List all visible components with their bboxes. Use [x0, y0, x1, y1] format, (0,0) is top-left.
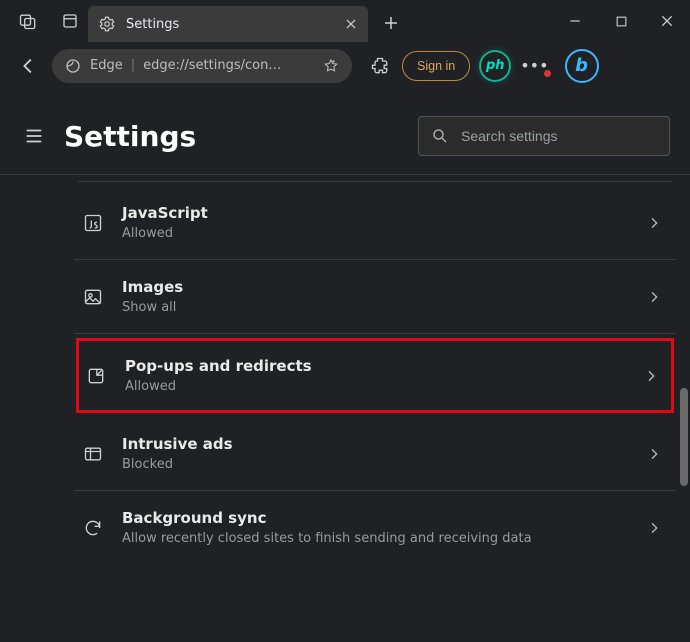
address-separator: |: [131, 58, 135, 73]
menu-button[interactable]: [22, 124, 46, 148]
setting-subtitle: Allow recently closed sites to finish se…: [122, 531, 628, 546]
favorite-icon[interactable]: [322, 57, 340, 75]
settings-content: JavaScript Allowed Images Show all Pop-u…: [0, 175, 690, 564]
image-icon: [82, 286, 104, 308]
chevron-right-icon: [646, 215, 662, 231]
tab-actions-icon[interactable]: [60, 11, 80, 31]
new-tab-button[interactable]: [374, 6, 408, 40]
chevron-right-icon: [646, 446, 662, 462]
sign-in-button[interactable]: Sign in: [402, 51, 470, 81]
divider: [78, 181, 672, 182]
setting-subtitle: Allowed: [122, 226, 628, 241]
window-titlebar: Settings: [0, 0, 690, 42]
sign-in-label: Sign in: [417, 59, 455, 73]
search-settings-box[interactable]: [418, 116, 670, 156]
ads-icon: [82, 443, 104, 465]
chevron-right-icon: [643, 368, 659, 384]
settings-header: Settings: [0, 90, 690, 175]
window-maximize-button[interactable]: [598, 1, 644, 41]
workspaces-icon[interactable]: [18, 11, 38, 31]
extensions-icon[interactable]: [368, 54, 392, 78]
window-close-button[interactable]: [644, 1, 690, 41]
setting-row-background-sync[interactable]: Background sync Allow recently closed si…: [74, 491, 676, 564]
bing-chat-button[interactable]: b: [565, 49, 599, 83]
setting-row-images[interactable]: Images Show all: [74, 260, 676, 334]
address-brand: Edge: [90, 58, 123, 73]
setting-row-popups[interactable]: Pop-ups and redirects Allowed: [76, 338, 674, 413]
setting-row-intrusive-ads[interactable]: Intrusive ads Blocked: [74, 417, 676, 491]
setting-subtitle: Show all: [122, 300, 628, 315]
setting-subtitle: Allowed: [125, 379, 625, 394]
profile-badge[interactable]: ph: [480, 51, 510, 81]
setting-title: Images: [122, 278, 628, 296]
tab-close-icon[interactable]: [344, 17, 358, 31]
setting-title: Intrusive ads: [122, 435, 628, 453]
scrollbar-thumb[interactable]: [680, 388, 688, 486]
popup-icon: [85, 365, 107, 387]
setting-title: Pop-ups and redirects: [125, 357, 625, 375]
edge-logo-icon: [64, 57, 82, 75]
gear-icon: [98, 15, 116, 33]
more-menu-button[interactable]: •••: [520, 56, 548, 75]
address-bar[interactable]: Edge | edge://settings/con…: [52, 49, 352, 83]
address-url: edge://settings/con…: [143, 58, 314, 73]
bing-icon: b: [575, 55, 588, 76]
setting-title: JavaScript: [122, 204, 628, 222]
search-icon: [431, 127, 449, 145]
browser-toolbar: Edge | edge://settings/con… Sign in ph •…: [0, 42, 690, 90]
alert-dot-icon: [544, 70, 551, 77]
js-icon: [82, 212, 104, 234]
setting-row-javascript[interactable]: JavaScript Allowed: [74, 186, 676, 260]
setting-title: Background sync: [122, 509, 628, 527]
search-input[interactable]: [461, 128, 657, 144]
chevron-right-icon: [646, 520, 662, 536]
sync-icon: [82, 517, 104, 539]
tab-title: Settings: [126, 17, 334, 32]
profile-badge-text: ph: [486, 58, 505, 73]
window-minimize-button[interactable]: [552, 1, 598, 41]
page-title: Settings: [64, 120, 196, 153]
browser-tab[interactable]: Settings: [88, 6, 368, 42]
back-button[interactable]: [16, 53, 42, 79]
setting-subtitle: Blocked: [122, 457, 628, 472]
chevron-right-icon: [646, 289, 662, 305]
